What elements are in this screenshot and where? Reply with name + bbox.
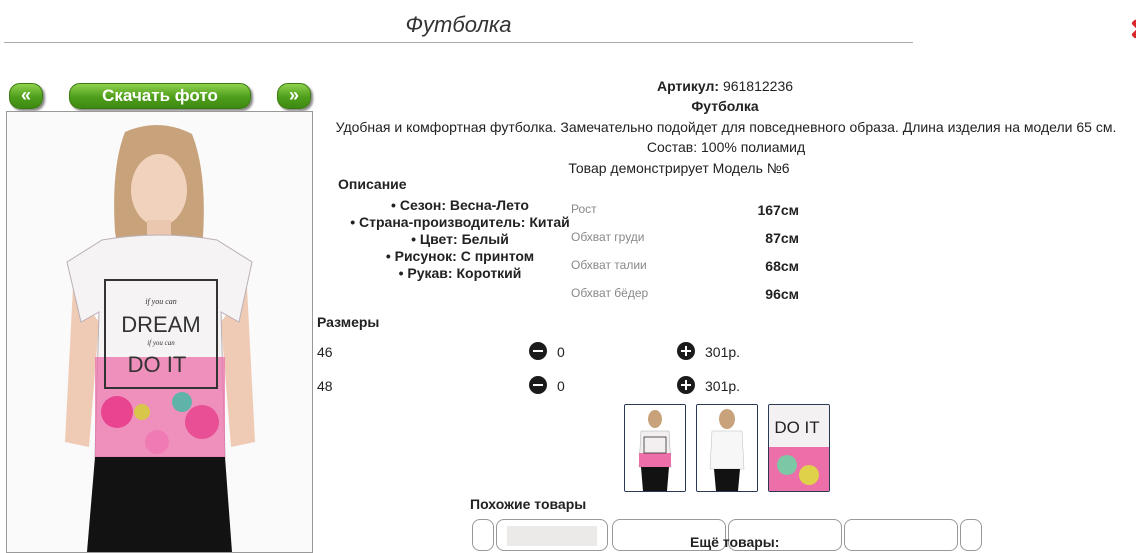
plus-icon[interactable] bbox=[677, 376, 695, 394]
measurement-row: Обхват груди 87см bbox=[571, 230, 799, 258]
measurement-label: Обхват талии bbox=[571, 258, 647, 272]
measurement-label: Обхват груди bbox=[571, 230, 645, 244]
close-icon[interactable] bbox=[1126, 14, 1136, 44]
list-item: Рисунок: С принтом bbox=[340, 248, 580, 265]
measurement-value: 96см bbox=[765, 286, 799, 302]
model-measurements: Рост 167см Обхват груди 87см Обхват талии 6… bbox=[571, 202, 799, 314]
product-description: Удобная и комфортная футболка. Замечател… bbox=[335, 119, 1117, 135]
measurement-value: 68см bbox=[765, 258, 799, 274]
model-illustration: if you can DREAM if you can DO IT bbox=[7, 112, 312, 552]
list-item: Страна-производитель: Китай bbox=[340, 214, 580, 231]
svg-text:DREAM: DREAM bbox=[121, 312, 200, 337]
download-photo-button[interactable]: Скачать фото bbox=[69, 83, 251, 109]
minus-icon[interactable] bbox=[529, 376, 547, 394]
price: 301р. bbox=[705, 378, 741, 394]
similar-products-heading: Похожие товары bbox=[470, 496, 587, 512]
size-row: 48 0 301р. bbox=[317, 375, 817, 397]
thumbnail-closeup[interactable]: DO IT bbox=[768, 404, 830, 492]
product-composition: Состав: 100% полиамид bbox=[646, 139, 806, 155]
similar-product-card[interactable] bbox=[844, 519, 958, 551]
list-item: Цвет: Белый bbox=[340, 231, 580, 248]
measurement-row: Обхват бёдер 96см bbox=[571, 286, 799, 314]
list-item: Рукав: Короткий bbox=[340, 265, 580, 282]
svg-text:DO IT: DO IT bbox=[774, 418, 819, 437]
sku: Артикул: 961812236 bbox=[560, 78, 890, 94]
size-label: 48 bbox=[317, 378, 333, 394]
model-note: Товар демонстрирует Модель №6 bbox=[568, 160, 790, 176]
description-heading: Описание bbox=[338, 176, 407, 192]
thumbnail-image bbox=[625, 405, 685, 491]
sku-value: 961812236 bbox=[722, 78, 794, 94]
carousel-next-button[interactable] bbox=[960, 519, 982, 551]
quantity-value: 0 bbox=[557, 378, 565, 394]
page-title: Футболка bbox=[4, 0, 913, 43]
price: 301р. bbox=[705, 344, 741, 360]
plus-icon[interactable] bbox=[677, 342, 695, 360]
thumbnail-image: DO IT bbox=[769, 405, 829, 491]
list-item: Сезон: Весна-Лето bbox=[340, 197, 580, 214]
similar-product-card[interactable] bbox=[496, 519, 608, 551]
prev-photo-button[interactable]: « bbox=[9, 83, 43, 109]
next-photo-button[interactable]: » bbox=[277, 83, 311, 109]
size-row: 46 0 301р. bbox=[317, 341, 817, 363]
minus-icon[interactable] bbox=[529, 342, 547, 360]
size-label: 46 bbox=[317, 344, 333, 360]
main-product-photo[interactable]: if you can DREAM if you can DO IT bbox=[6, 111, 313, 553]
measurement-value: 87см bbox=[765, 230, 799, 246]
sku-label: Артикул: bbox=[656, 78, 720, 94]
thumbnail-front[interactable] bbox=[624, 404, 686, 492]
property-list: Сезон: Весна-Лето Страна-производитель: … bbox=[340, 197, 580, 282]
measurement-value: 167см bbox=[757, 202, 799, 218]
svg-text:if you can: if you can bbox=[145, 297, 177, 306]
measurement-row: Обхват талии 68см bbox=[571, 258, 799, 286]
sizes-heading: Размеры bbox=[317, 314, 380, 330]
quantity-value: 0 bbox=[557, 344, 565, 360]
measurement-label: Обхват бёдер bbox=[571, 286, 649, 300]
more-products-heading: Ещё товары: bbox=[690, 534, 780, 550]
thumbnail-image bbox=[697, 405, 757, 491]
svg-text:DO IT: DO IT bbox=[128, 352, 187, 377]
carousel-prev-button[interactable] bbox=[472, 519, 494, 551]
product-name: Футболка bbox=[691, 98, 759, 114]
measurement-label: Рост bbox=[571, 202, 597, 216]
measurement-row: Рост 167см bbox=[571, 202, 799, 230]
thumbnail-back[interactable] bbox=[696, 404, 758, 492]
svg-text:if you can: if you can bbox=[147, 339, 175, 347]
card-image bbox=[507, 526, 597, 546]
